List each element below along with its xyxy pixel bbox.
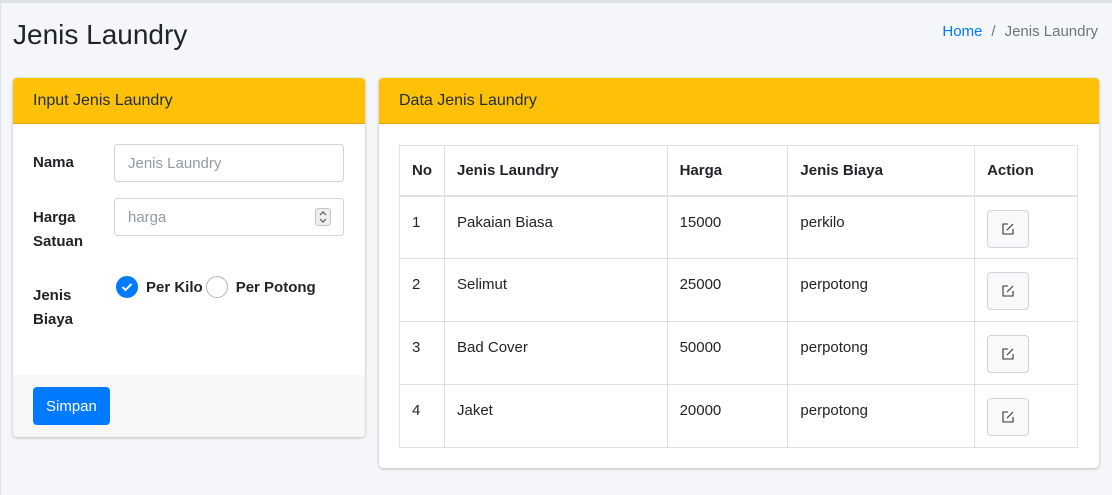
breadcrumb: Home / Jenis Laundry (942, 23, 1098, 40)
page-title: Jenis Laundry (13, 19, 188, 50)
jenis-biaya-radio-group: Per Kilo Per Potong (116, 276, 319, 298)
cell-action (974, 384, 1078, 448)
edit-icon (1002, 348, 1014, 360)
cell-jenis-laundry: Jaket (444, 384, 668, 448)
input-card-footer: Simpan (13, 375, 365, 437)
page-header: Jenis Laundry Home / Jenis Laundry (13, 17, 1098, 57)
harga-input-placeholder: harga (128, 208, 167, 226)
edit-button[interactable] (987, 335, 1030, 373)
input-form: Nama Jenis Laundry Harga Satuan harga Je… (13, 124, 365, 374)
table-row: 1 Pakaian Biasa 15000 perkilo (399, 195, 1078, 259)
cell-action (974, 258, 1078, 322)
cell-jenis-biaya: perpotong (787, 384, 976, 448)
column-header-no: No (399, 145, 445, 197)
data-table: No Jenis Laundry Harga Jenis Biaya Actio… (399, 145, 1078, 448)
cell-no: 1 (399, 195, 445, 259)
cell-jenis-biaya: perpotong (787, 321, 976, 385)
harga-satuan-label: Harga Satuan (33, 209, 84, 250)
radio-per-potong[interactable] (205, 276, 228, 298)
breadcrumb-separator: / (991, 23, 996, 40)
cell-jenis-biaya: perpotong (787, 258, 976, 322)
jenis-biaya-label: Jenis Biaya (33, 287, 74, 328)
nama-input[interactable]: Jenis Laundry (114, 144, 344, 182)
table-row: 4 Jaket 20000 perpotong (399, 384, 1078, 448)
cell-jenis-biaya: perkilo (787, 195, 976, 259)
breadcrumb-current: Jenis Laundry (1004, 23, 1098, 40)
nama-label: Nama (33, 154, 74, 171)
edit-button[interactable] (987, 272, 1030, 310)
column-header-jenis-biaya: Jenis Biaya (787, 145, 976, 197)
cell-harga: 15000 (666, 195, 789, 259)
page: Jenis Laundry Home / Jenis Laundry Input… (0, 0, 1112, 495)
radio-per-kilo-label[interactable]: Per Kilo (146, 279, 203, 296)
edit-icon (1002, 222, 1014, 235)
number-stepper-icon[interactable] (315, 208, 331, 226)
radio-per-potong-label[interactable]: Per Potong (236, 279, 316, 296)
cell-no: 2 (399, 258, 445, 322)
edit-button[interactable] (987, 398, 1030, 436)
table-header-row: No Jenis Laundry Harga Jenis Biaya Actio… (399, 145, 1078, 197)
table-row: 2 Selimut 25000 perpotong (399, 258, 1078, 322)
cell-jenis-laundry: Selimut (444, 258, 668, 322)
harga-input[interactable]: harga (114, 198, 344, 236)
cell-action (974, 195, 1078, 259)
cell-jenis-laundry: Bad Cover (444, 321, 668, 385)
check-icon (121, 283, 133, 292)
breadcrumb-home-link[interactable]: Home (942, 23, 982, 40)
cell-no: 4 (399, 384, 445, 448)
cell-harga: 20000 (666, 384, 789, 448)
cell-action (974, 321, 1078, 385)
edit-icon (1002, 411, 1014, 423)
data-card-header: Data Jenis Laundry (379, 78, 1099, 124)
cell-no: 3 (399, 321, 445, 385)
simpan-button[interactable]: Simpan (33, 387, 110, 425)
data-card: Data Jenis Laundry No Jenis Laundry Harg… (379, 78, 1099, 468)
cell-jenis-laundry: Pakaian Biasa (444, 195, 668, 259)
column-header-action: Action (974, 145, 1078, 197)
radio-per-kilo[interactable] (116, 276, 138, 298)
cell-harga: 25000 (666, 258, 789, 322)
data-table-wrapper: No Jenis Laundry Harga Jenis Biaya Actio… (399, 145, 1078, 448)
edit-icon (1002, 285, 1014, 297)
input-card: Input Jenis Laundry Nama Jenis Laundry H… (13, 78, 365, 437)
column-header-harga: Harga (666, 145, 789, 197)
input-card-header: Input Jenis Laundry (13, 78, 365, 124)
table-row: 3 Bad Cover 50000 perpotong (399, 321, 1078, 385)
column-header-jenis-laundry: Jenis Laundry (444, 145, 668, 197)
nama-input-placeholder: Jenis Laundry (128, 154, 222, 172)
edit-button[interactable] (987, 209, 1030, 248)
cell-harga: 50000 (666, 321, 789, 385)
